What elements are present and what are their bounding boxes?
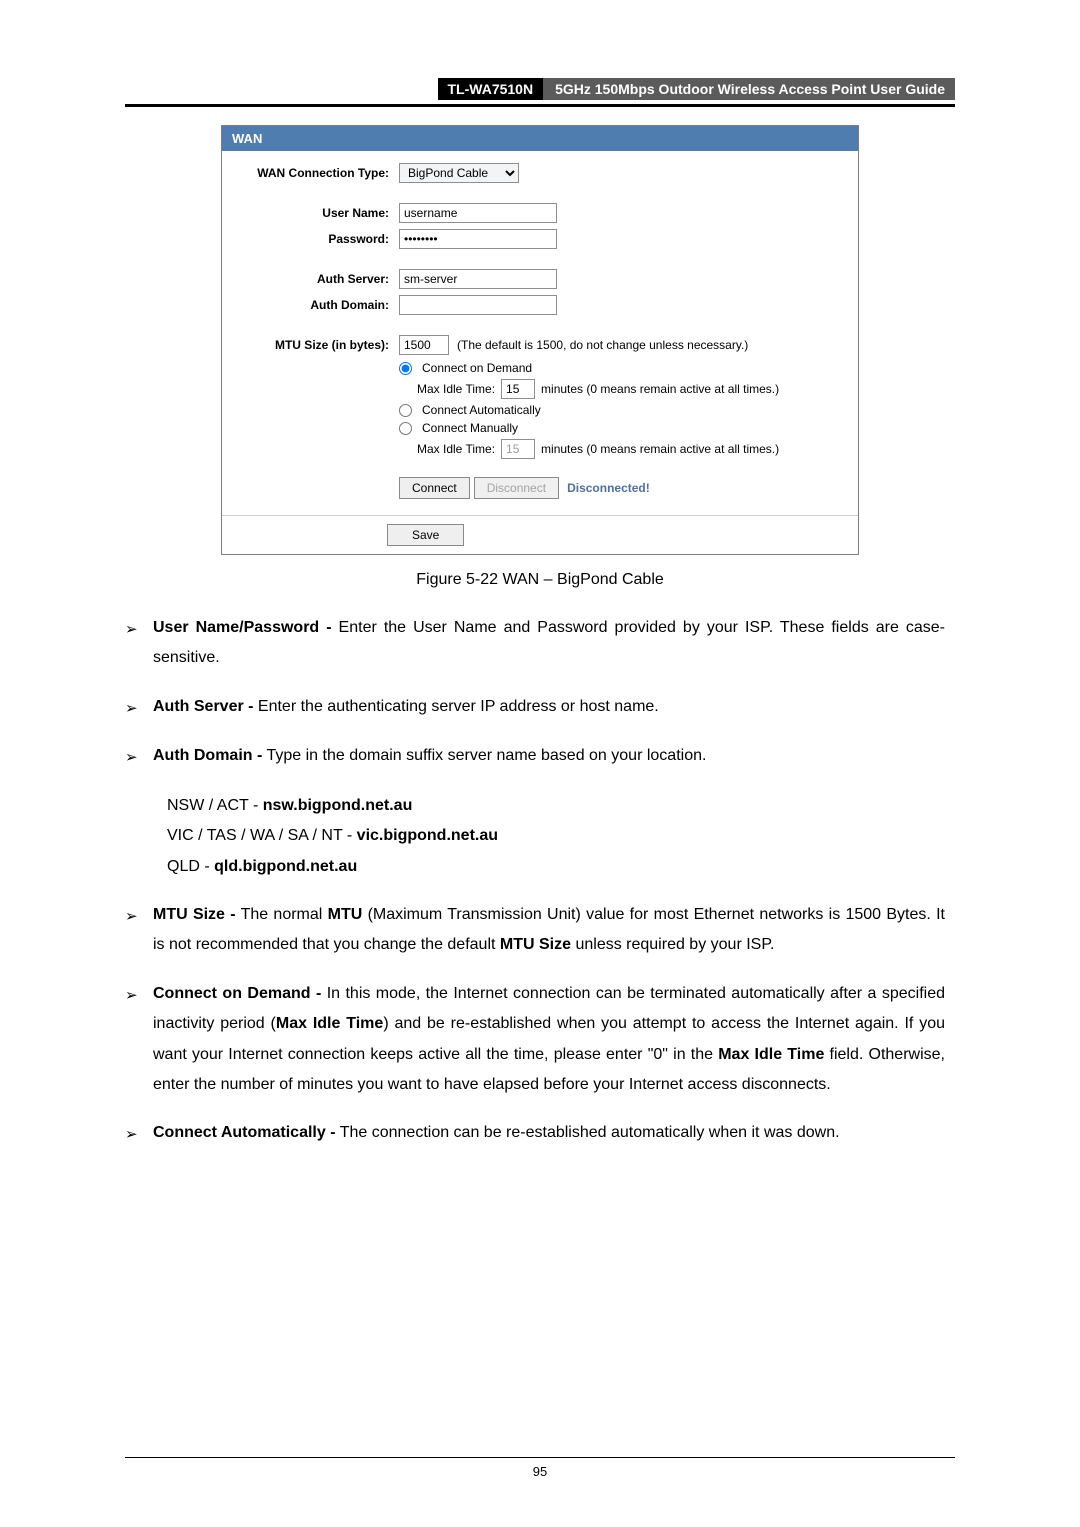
label-password: Password: [234, 232, 399, 246]
idle-post-1: minutes (0 means remain active at all ti… [541, 382, 779, 396]
radio-connect-automatically[interactable] [399, 404, 412, 417]
idle-pre-2: Max Idle Time: [417, 442, 495, 456]
label-conn-type: WAN Connection Type: [234, 166, 399, 180]
bullet-marker-icon: ➢ [125, 979, 153, 1101]
wan-settings-panel: WAN WAN Connection Type: BigPond Cable U… [221, 125, 859, 555]
auth-server-input[interactable] [399, 269, 557, 289]
label-mtu: MTU Size (in bytes): [234, 338, 399, 352]
idle-pre-1: Max Idle Time: [417, 382, 495, 396]
disconnect-button[interactable]: Disconnect [474, 477, 559, 499]
page-number: 95 [125, 1464, 955, 1479]
wan-connection-type-select[interactable]: BigPond Cable [399, 163, 519, 183]
radio-connect-manually[interactable] [399, 422, 412, 435]
footer-rule [125, 1457, 955, 1458]
bullet-marker-icon: ➢ [125, 900, 153, 961]
panel-title: WAN [222, 126, 858, 151]
label-auth-server: Auth Server: [234, 272, 399, 286]
figure-caption: Figure 5-22 WAN – BigPond Cable [125, 571, 955, 589]
connection-status: Disconnected! [567, 481, 650, 495]
mtu-input[interactable] [399, 335, 449, 355]
bullet-marker-icon: ➢ [125, 692, 153, 724]
idle-post-2: minutes (0 means remain active at all ti… [541, 442, 779, 456]
password-input[interactable] [399, 229, 557, 249]
auth-domain-input[interactable] [399, 295, 557, 315]
bullet-connect-automatically: ➢ Connect Automatically - The connection… [125, 1118, 945, 1150]
connect-button[interactable]: Connect [399, 477, 470, 499]
bullet-marker-icon: ➢ [125, 1118, 153, 1150]
header-rule [125, 104, 955, 107]
radio-label-manual: Connect Manually [422, 421, 518, 435]
username-input[interactable] [399, 203, 557, 223]
bullet-connect-on-demand: ➢ Connect on Demand - In this mode, the … [125, 979, 945, 1101]
bullet-auth-server: ➢ Auth Server - Enter the authenticating… [125, 692, 945, 724]
doc-header: TL-WA7510N 5GHz 150Mbps Outdoor Wireless… [125, 78, 955, 100]
mtu-note: (The default is 1500, do not change unle… [457, 338, 748, 352]
label-username: User Name: [234, 206, 399, 220]
radio-label-auto: Connect Automatically [422, 403, 541, 417]
bullet-auth-domain: ➢ Auth Domain - Type in the domain suffi… [125, 741, 945, 773]
radio-label-on-demand: Connect on Demand [422, 361, 532, 375]
bullet-marker-icon: ➢ [125, 613, 153, 674]
save-button[interactable]: Save [387, 524, 464, 546]
max-idle-time-input-2[interactable] [501, 439, 535, 459]
bullet-marker-icon: ➢ [125, 741, 153, 773]
bullet-user-pass: ➢ User Name/Password - Enter the User Na… [125, 613, 945, 674]
radio-connect-on-demand[interactable] [399, 362, 412, 375]
domain-list: NSW / ACT - nsw.bigpond.net.au VIC / TAS… [167, 791, 945, 882]
bullet-mtu-size: ➢ MTU Size - The normal MTU (Maximum Tra… [125, 900, 945, 961]
max-idle-time-input-1[interactable] [501, 379, 535, 399]
header-title: 5GHz 150Mbps Outdoor Wireless Access Poi… [543, 78, 955, 100]
header-model: TL-WA7510N [438, 78, 544, 100]
label-auth-domain: Auth Domain: [234, 298, 399, 312]
